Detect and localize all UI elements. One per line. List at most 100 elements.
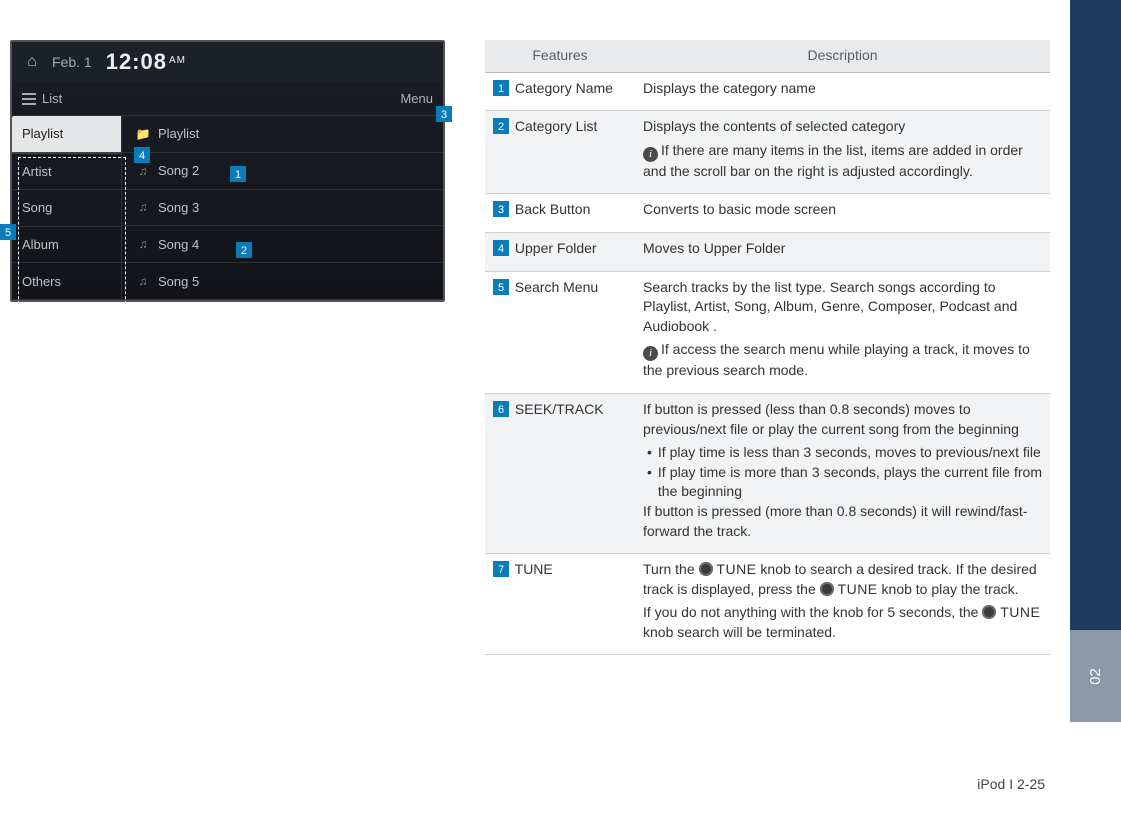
svg-text:3: 3 (498, 204, 504, 216)
num-badge-6: 6 (493, 401, 509, 417)
info-note: iIf access the search menu while playing… (643, 340, 1042, 381)
side-tabs: 02 (1070, 0, 1121, 814)
desc-text-after: If button is pressed (more than 0.8 seco… (643, 502, 1042, 541)
num-badge-2: 2 (493, 118, 509, 134)
svg-text:5: 5 (498, 282, 504, 294)
svg-text:7: 7 (498, 564, 504, 576)
svg-text:6: 6 (498, 404, 504, 416)
note-icon: ♫ (136, 274, 150, 288)
desc-text: Displays the contents of selected catego… (643, 117, 1042, 137)
status-time: 12:08AM (106, 49, 186, 75)
status-bar: ⌂ Feb. 1 12:08AM (12, 42, 443, 82)
note-icon: ♫ (136, 237, 150, 251)
feature-name: Category List (515, 118, 597, 134)
callout-2: 2 (236, 242, 252, 258)
right-header-text: Playlist (158, 126, 199, 141)
page-content: ⌂ Feb. 1 12:08AM List Menu Playlist Arti… (0, 0, 1070, 814)
desc-text: Displays the category name (643, 79, 1042, 99)
side-tab-label: 02 (1087, 668, 1104, 685)
right-item[interactable]: ♫ Song 5 (122, 263, 443, 300)
status-time-value: 12:08 (106, 49, 167, 74)
song-label: Song 3 (158, 200, 199, 215)
desc-text: If button is pressed (less than 0.8 seco… (643, 400, 1042, 439)
header-features: Features (485, 40, 635, 72)
bullet-text: If play time is less than 3 seconds, mov… (658, 443, 1041, 463)
status-time-ampm: AM (169, 55, 186, 66)
feature-name: TUNE (515, 561, 553, 577)
left-category-column: Playlist Artist Song Album Others (12, 116, 122, 300)
menu-label[interactable]: Menu (400, 91, 433, 106)
left-item-others[interactable]: Others (12, 263, 121, 300)
info-note: iIf there are many items in the list, it… (643, 141, 1042, 182)
left-item-playlist[interactable]: Playlist (12, 116, 121, 154)
right-item[interactable]: ♫ Song 4 (122, 226, 443, 263)
bullet-item: •If play time is more than 3 seconds, pl… (643, 463, 1042, 502)
callout-3: 3 (436, 106, 452, 122)
song-label: Song 4 (158, 237, 199, 252)
svg-text:4: 4 (139, 150, 145, 162)
note-icon: ♫ (136, 200, 150, 214)
table-row: 7 TUNE Turn the TUNE knob to search a de… (485, 554, 1050, 655)
svg-text:1: 1 (235, 169, 241, 181)
table-row: 1 Category Name Displays the category na… (485, 72, 1050, 111)
tune-knob-icon (982, 605, 996, 619)
feature-name: Back Button (515, 201, 591, 217)
table-row: 5 Search Menu Search tracks by the list … (485, 271, 1050, 393)
tune-knob-icon (820, 582, 834, 596)
side-tab-dark (1070, 0, 1121, 630)
device-screenshot: ⌂ Feb. 1 12:08AM List Menu Playlist Arti… (10, 40, 445, 302)
info-icon: i (643, 147, 658, 162)
screenshot-body: Playlist Artist Song Album Others 📁 Play… (12, 116, 443, 300)
tune-word: TUNE (1000, 604, 1040, 620)
info-icon: i (643, 346, 658, 361)
left-item-artist[interactable]: Artist (12, 154, 121, 191)
page-footer: iPod I 2-25 (977, 776, 1045, 792)
feature-name: Category Name (515, 80, 613, 96)
sub-bar: List Menu (12, 82, 443, 116)
tune-word: TUNE (716, 561, 756, 577)
right-content-column: 📁 Playlist ♫ Song 2 ♫ Song 3 ♫ Song 4 ♫ Song… (122, 116, 443, 300)
table-row: 2 Category List Displays the contents of… (485, 111, 1050, 194)
tune-line-1: Turn the TUNE knob to search a desired t… (643, 560, 1042, 599)
num-badge-3: 3 (493, 201, 509, 217)
desc-text: Converts to basic mode screen (643, 200, 1042, 220)
table-row: 4 Upper Folder Moves to Upper Folder (485, 232, 1050, 271)
left-item-album[interactable]: Album (12, 227, 121, 264)
right-header-row[interactable]: 📁 Playlist (122, 116, 443, 153)
info-note-text: If access the search menu while playing … (643, 341, 1030, 378)
song-label: Song 5 (158, 274, 199, 289)
desc-text: Moves to Upper Folder (643, 239, 1042, 259)
svg-text:2: 2 (241, 245, 247, 257)
right-item[interactable]: ♫ Song 3 (122, 190, 443, 227)
note-icon: ♫ (136, 164, 150, 178)
num-badge-7: 7 (493, 561, 509, 577)
num-badge-1: 1 (493, 80, 509, 96)
table-row: 3 Back Button Converts to basic mode scr… (485, 194, 1050, 233)
svg-text:5: 5 (5, 227, 11, 239)
svg-text:1: 1 (498, 83, 504, 95)
feature-name: Upper Folder (515, 240, 597, 256)
feature-name: Search Menu (515, 279, 598, 295)
feature-name: SEEK/TRACK (515, 401, 604, 417)
callout-1: 1 (230, 166, 246, 182)
list-label-wrap: List (22, 91, 62, 106)
list-label: List (42, 91, 62, 106)
side-tab-chapter: 02 (1070, 630, 1121, 722)
list-icon (22, 93, 36, 105)
home-icon: ⌂ (22, 52, 42, 72)
folder-up-icon: 📁 (136, 127, 150, 141)
header-description: Description (635, 40, 1050, 72)
svg-text:3: 3 (441, 109, 447, 121)
tune-knob-icon (699, 562, 713, 576)
num-badge-4: 4 (493, 240, 509, 256)
table-row: 6 SEEK/TRACK If button is pressed (less … (485, 393, 1050, 553)
features-table: Features Description 1 Category Name Dis… (485, 40, 1050, 774)
num-badge-5: 5 (493, 279, 509, 295)
song-label: Song 2 (158, 163, 199, 178)
left-item-song[interactable]: Song (12, 190, 121, 227)
status-date: Feb. 1 (52, 54, 92, 70)
svg-text:2: 2 (498, 121, 504, 133)
callout-5: 5 (0, 224, 16, 240)
right-item[interactable]: ♫ Song 2 (122, 153, 443, 190)
svg-text:4: 4 (498, 243, 504, 255)
